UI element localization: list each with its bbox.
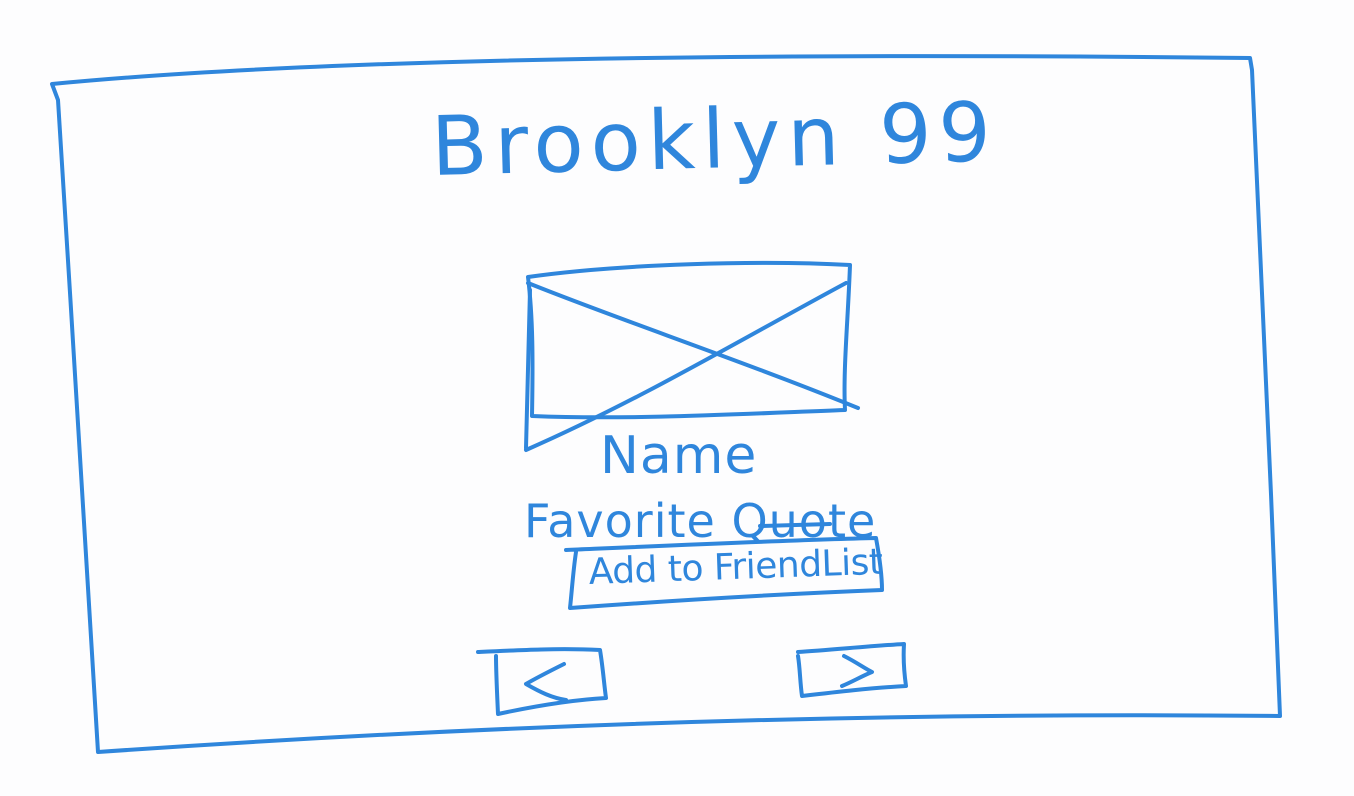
page-title: Brooklyn 99	[430, 85, 999, 195]
next-button[interactable]: >	[800, 642, 906, 698]
image-placeholder-left-extension	[524, 288, 532, 450]
image-placeholder-frame	[526, 260, 852, 420]
wireframe-canvas: Brooklyn 99 Name Favorite Quote Add to F…	[0, 0, 1354, 796]
profile-name: Name	[600, 426, 758, 486]
image-placeholder-cross-b	[524, 281, 848, 452]
profile-favorite-quote: Favorite Quote	[524, 494, 877, 548]
image-placeholder	[524, 260, 860, 452]
prev-button[interactable]: <	[494, 648, 606, 716]
